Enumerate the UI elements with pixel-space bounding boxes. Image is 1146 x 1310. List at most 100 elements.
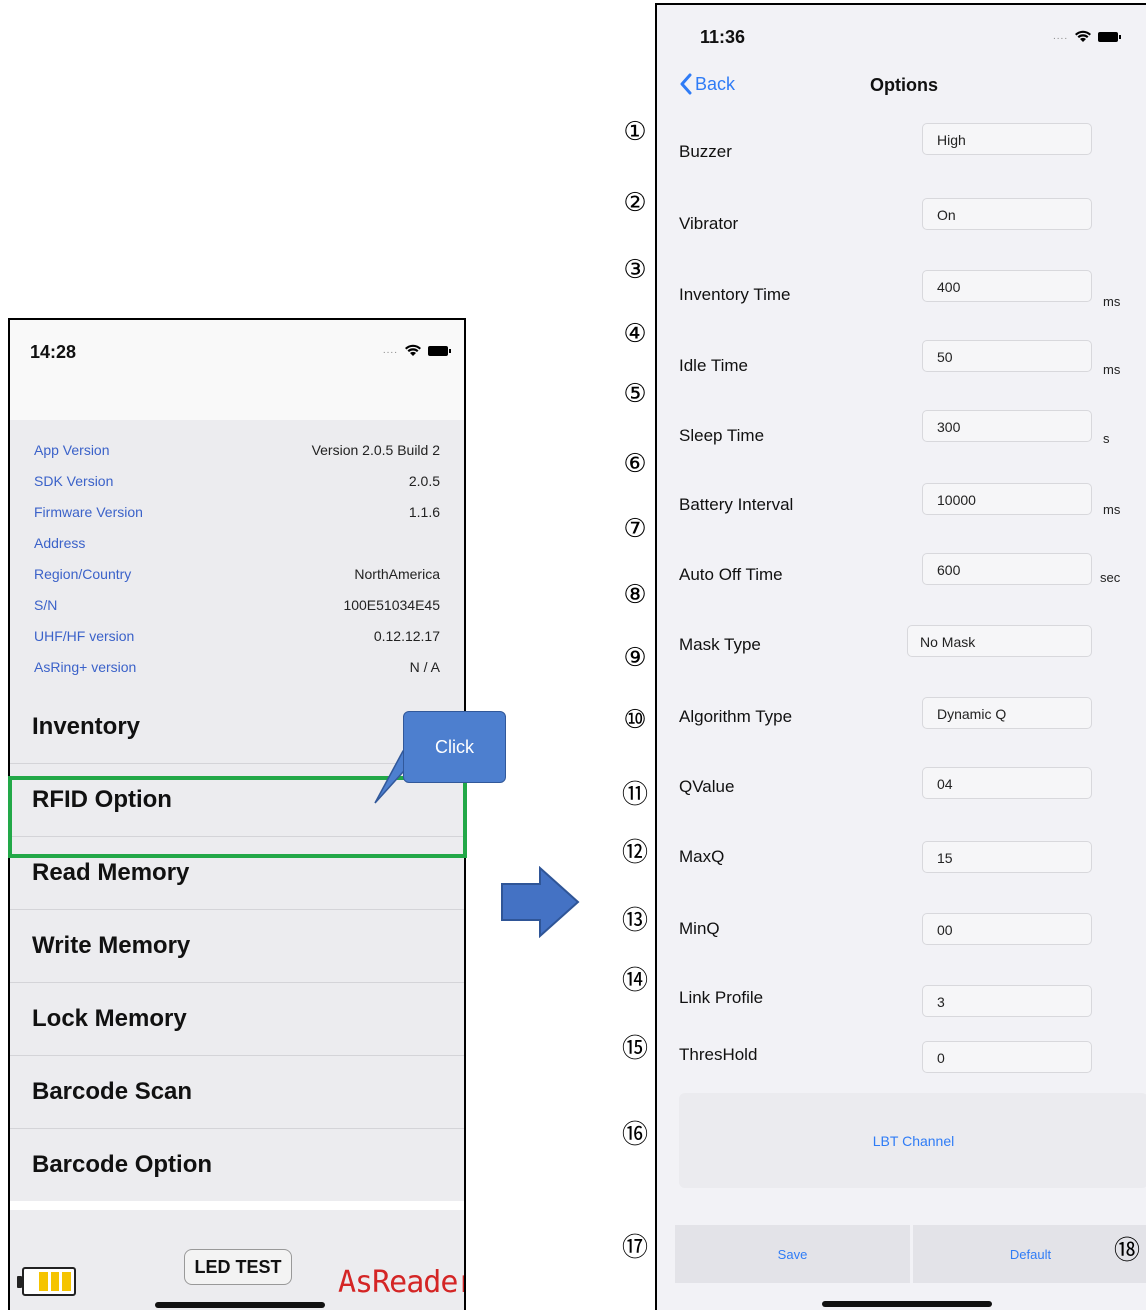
home-indicator xyxy=(155,1302,325,1308)
label-inventory-time: Inventory Time xyxy=(679,285,791,304)
input-vibrator[interactable]: On xyxy=(922,198,1092,230)
input-battery-interval[interactable]: 10000 xyxy=(922,483,1092,515)
battery-icon xyxy=(1098,31,1122,42)
label-qvalue: QValue xyxy=(679,777,735,796)
input-link-profile[interactable]: 3 xyxy=(922,985,1092,1017)
led-test-button[interactable]: LED TEST xyxy=(184,1249,292,1285)
home-indicator xyxy=(822,1301,992,1307)
marker-18: ⑱ xyxy=(1114,1236,1141,1266)
unit-idle-time: ms xyxy=(1103,362,1121,377)
signal-icon: .... xyxy=(1053,31,1069,42)
label-link-profile: Link Profile xyxy=(679,988,764,1007)
marker-10: ⑩ xyxy=(623,705,647,735)
label-sleep-time: Sleep Time xyxy=(679,426,765,445)
bottom-bar: LED TEST AsReader xyxy=(10,1210,464,1310)
marker-7: ⑦ xyxy=(623,514,647,544)
info-label: UHF/HF version xyxy=(34,627,135,644)
info-value: 1.1.6 xyxy=(408,503,440,520)
info-label: App Version xyxy=(34,441,110,458)
input-maxq[interactable]: 15 xyxy=(922,841,1092,873)
input-threshold[interactable]: 0 xyxy=(922,1041,1092,1073)
battery-cell xyxy=(50,1272,60,1291)
battery-icon xyxy=(428,345,451,356)
status-icons: .... xyxy=(1053,30,1122,43)
marker-14: ⑭ xyxy=(621,966,648,996)
label-algorithm-type: Algorithm Type xyxy=(679,707,793,726)
label-battery-interval: Battery Interval xyxy=(679,495,794,514)
status-icons: .... xyxy=(382,344,451,357)
device-info-panel: App Version Version 2.0.5 Build 2 SDK Ver… xyxy=(10,420,464,690)
back-label: Back xyxy=(695,73,736,94)
info-value: 0.12.12.17 xyxy=(373,627,440,644)
marker-12: ⑫ xyxy=(621,838,648,868)
wifi-icon xyxy=(404,344,422,357)
info-row-asring-version: AsRing+ version N / A xyxy=(10,651,464,682)
info-row-uhf-hf-version: UHF/HF version 0.12.12.17 xyxy=(10,620,464,651)
input-buzzer[interactable]: High xyxy=(922,123,1092,155)
right-phone-screen: 11:36 .... Back Options Buzzer High Vibr… xyxy=(655,3,1146,1310)
menu-item-barcode-option[interactable]: Barcode Option xyxy=(10,1128,464,1201)
marker-17: ⑰ xyxy=(621,1233,648,1263)
marker-15: ⑮ xyxy=(621,1034,648,1064)
info-value: NorthAmerica xyxy=(354,565,440,582)
input-idle-time[interactable]: 50 xyxy=(922,340,1092,372)
unit-auto-off-time: sec xyxy=(1100,570,1121,585)
input-algorithm-type[interactable]: Dynamic Q xyxy=(922,697,1092,729)
input-inventory-time[interactable]: 400 xyxy=(922,270,1092,302)
label-vibrator: Vibrator xyxy=(679,214,739,233)
label-maxq: MaxQ xyxy=(679,847,725,866)
marker-9: ⑨ xyxy=(623,643,647,673)
input-mask-type[interactable]: No Mask xyxy=(907,625,1092,657)
chevron-left-icon xyxy=(680,73,692,95)
menu-item-barcode-scan[interactable]: Barcode Scan xyxy=(10,1055,464,1128)
menu-item-lock-memory[interactable]: Lock Memory xyxy=(10,982,464,1055)
label-buzzer: Buzzer xyxy=(679,142,732,161)
info-label: SDK Version xyxy=(34,472,114,489)
status-time: 11:36 xyxy=(700,27,746,47)
back-button[interactable]: Back xyxy=(679,73,735,95)
info-label: Region/Country xyxy=(34,565,132,582)
signal-icon: .... xyxy=(382,345,398,356)
save-button[interactable]: Save xyxy=(675,1225,910,1283)
info-value: 100E51034E45 xyxy=(343,596,440,613)
label-threshold: ThresHold xyxy=(679,1045,758,1064)
label-auto-off-time: Auto Off Time xyxy=(679,565,783,584)
info-value: N / A xyxy=(409,658,440,675)
info-value: 2.0.5 xyxy=(408,472,440,489)
info-row-sdk-version: SDK Version 2.0.5 xyxy=(10,465,464,496)
info-row-address: Address xyxy=(10,527,464,558)
asreader-logo: AsReader xyxy=(338,1265,466,1300)
unit-sleep-time: s xyxy=(1103,431,1110,446)
lbt-channel-button[interactable]: LBT Channel xyxy=(679,1093,1146,1188)
input-qvalue[interactable]: 04 xyxy=(922,767,1092,799)
menu-item-write-memory[interactable]: Write Memory xyxy=(10,909,464,982)
label-minq: MinQ xyxy=(679,919,720,938)
status-time: 14:28 xyxy=(30,342,77,362)
label-mask-type: Mask Type xyxy=(679,635,761,654)
info-value: Version 2.0.5 Build 2 xyxy=(311,441,440,458)
info-label: AsRing+ version xyxy=(34,658,137,675)
status-bar: 14:28 .... xyxy=(10,320,464,420)
default-button[interactable]: Default xyxy=(913,1225,1146,1283)
page-title: Options xyxy=(870,75,938,95)
input-minq[interactable]: 00 xyxy=(922,913,1092,945)
info-label: S/N xyxy=(34,596,58,613)
battery-cell xyxy=(62,1272,71,1291)
battery-cell xyxy=(27,1272,36,1291)
info-label: Address xyxy=(34,534,86,551)
input-sleep-time[interactable]: 300 xyxy=(922,410,1092,442)
marker-6: ⑥ xyxy=(623,449,647,479)
info-row-region: Region/Country NorthAmerica xyxy=(10,558,464,589)
info-row-app-version: App Version Version 2.0.5 Build 2 xyxy=(10,434,464,465)
info-label: Firmware Version xyxy=(34,503,143,520)
marker-3: ③ xyxy=(623,255,647,285)
marker-4: ④ xyxy=(623,319,647,349)
input-auto-off-time[interactable]: 600 xyxy=(922,553,1092,585)
info-row-firmware-version: Firmware Version 1.1.6 xyxy=(10,496,464,527)
info-row-serial: S/N 100E51034E45 xyxy=(10,589,464,620)
battery-level-icon xyxy=(17,1267,76,1296)
battery-cell xyxy=(38,1272,48,1291)
marker-5: ⑤ xyxy=(623,379,647,409)
click-callout: Click xyxy=(403,711,506,783)
marker-13: ⑬ xyxy=(621,906,648,936)
